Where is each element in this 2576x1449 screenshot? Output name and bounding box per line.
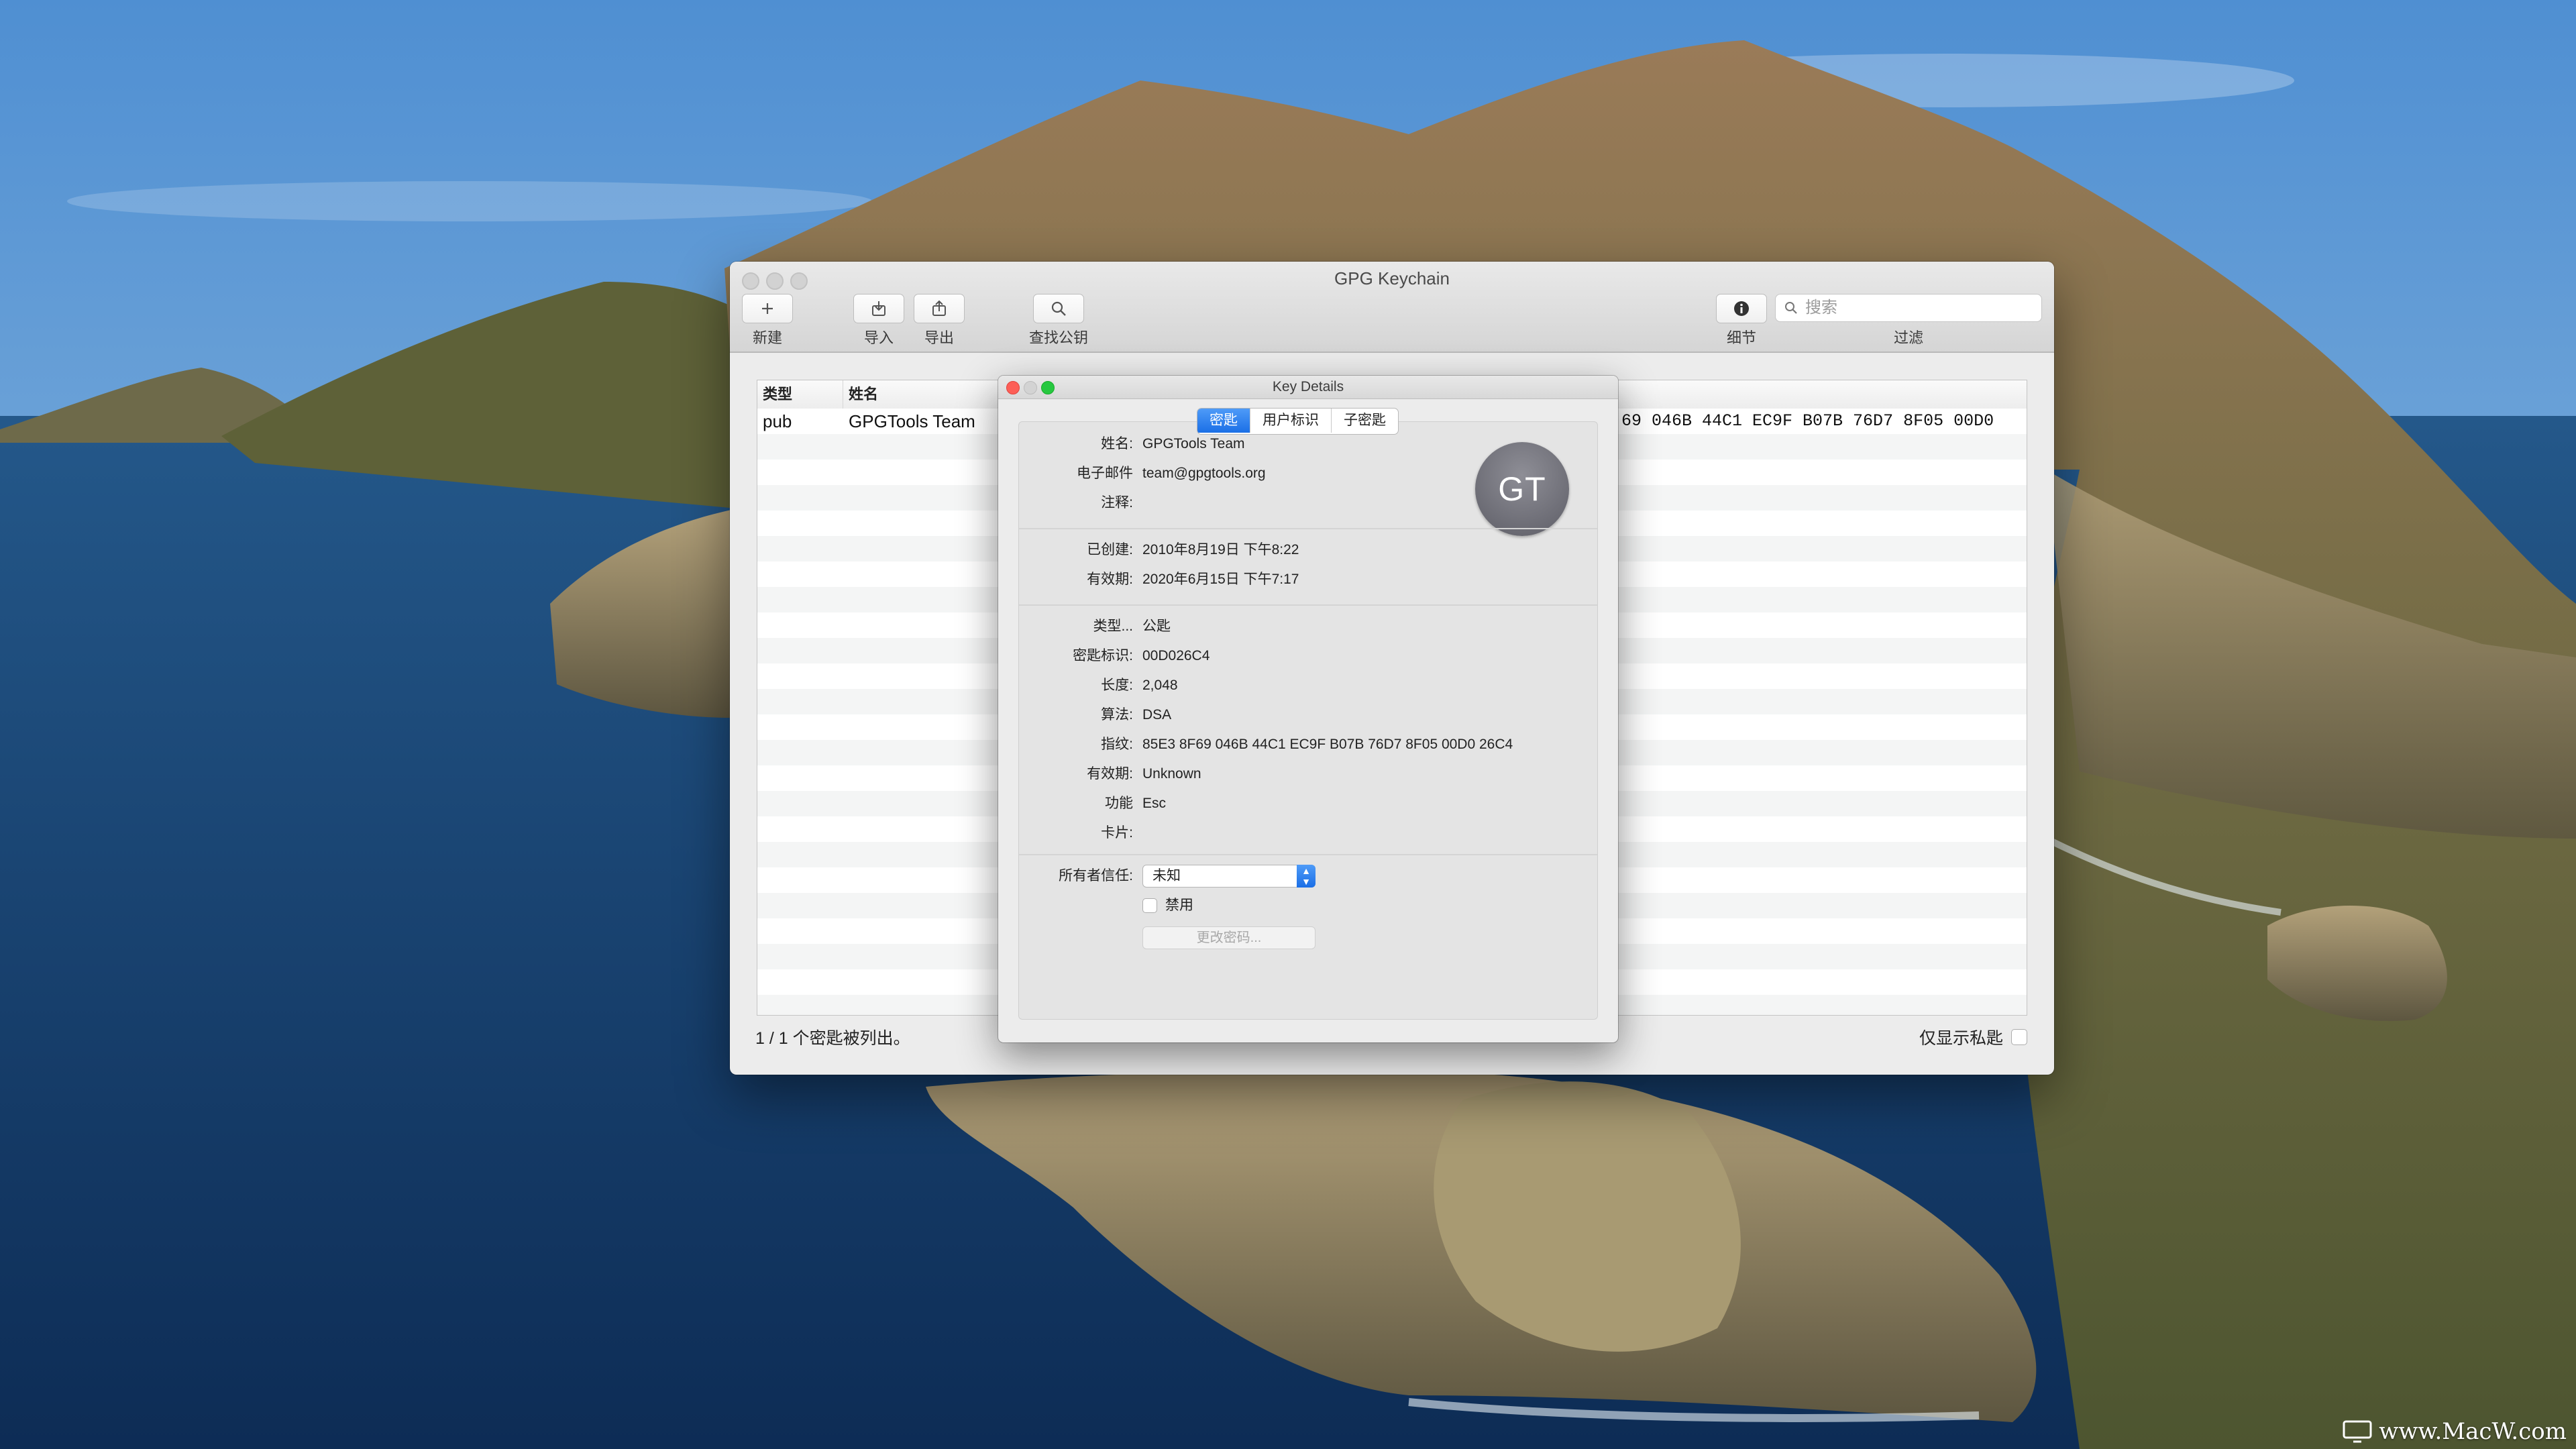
export-icon [932, 300, 946, 316]
row-fingerprint: 69 046B 44C1 EC9F B07B 76D7 8F05 00D0 [1621, 411, 1994, 431]
export-button[interactable] [914, 294, 965, 323]
key-tab-content: GT 姓名: GPGTools Team 电子邮件 team@gpgtools.… [1018, 421, 1598, 1020]
name-value: GPGTools Team [1142, 436, 1245, 451]
owner-trust-label: 所有者信任: [1059, 868, 1133, 883]
search-field[interactable] [1775, 294, 2042, 322]
row-name: GPGTools Team [849, 411, 975, 431]
avatar: GT [1475, 442, 1569, 536]
watermark-text: www.MacW.com [2379, 1418, 2567, 1445]
search-input[interactable] [1804, 298, 2028, 318]
key-details-panel: Key Details 密匙 用户标识 子密匙 GT 姓名: GPGTools … [998, 376, 1618, 1042]
email-value: team@gpgtools.org [1142, 466, 1266, 481]
created-label: 已创建: [1087, 542, 1133, 557]
card-label: 卡片: [1101, 825, 1133, 841]
disable-checkbox[interactable] [1142, 898, 1157, 913]
secret-only-label: 仅显示私匙 [1919, 1029, 2003, 1048]
name-label: 姓名: [1101, 436, 1133, 451]
owner-trust-select[interactable]: 未知 ▲ ▼ [1142, 865, 1316, 888]
column-header-type[interactable]: 类型 [757, 380, 843, 409]
info-icon [1734, 301, 1749, 316]
change-password-button[interactable]: 更改密码... [1142, 926, 1316, 949]
capabilities-value: Esc [1142, 796, 1167, 811]
algorithm-label: 算法: [1101, 707, 1133, 722]
key-count-status: 1 / 1 个密匙被列出。 [755, 1029, 910, 1048]
keyid-label: 密匙标识: [1073, 648, 1133, 663]
lookup-key-label: 查找公钥 [1028, 329, 1088, 346]
import-icon [872, 301, 885, 316]
type-value: 公匙 [1142, 619, 1171, 634]
validity-label: 有效期: [1087, 766, 1133, 782]
window-title: GPG Keychain [1334, 268, 1450, 288]
owner-trust-value: 未知 [1152, 868, 1181, 883]
plus-icon [762, 303, 773, 314]
filter-label: 过滤 [1893, 329, 1923, 346]
algorithm-value: DSA [1142, 707, 1172, 722]
fingerprint-label: 指纹: [1101, 737, 1133, 752]
tab-user-ids[interactable]: 用户标识 [1250, 409, 1332, 433]
new-key-label: 新建 [752, 329, 782, 346]
capabilities-label: 功能 [1105, 796, 1133, 811]
keyid-value: 00D026C4 [1142, 648, 1210, 663]
row-type: pub [763, 411, 792, 431]
magnifier-icon [1051, 301, 1066, 316]
secret-only-checkbox[interactable] [2011, 1029, 2027, 1045]
import-label: 导入 [863, 329, 894, 346]
monitor-logo-icon [2343, 1420, 2372, 1443]
details-tab-bar: 密匙 用户标识 子密匙 [1197, 408, 1399, 435]
tab-subkeys[interactable]: 子密匙 [1332, 409, 1398, 433]
disable-toggle[interactable]: 禁用 [1142, 897, 1193, 914]
divider [1019, 854, 1597, 855]
created-value: 2010年8月19日 下午8:22 [1142, 542, 1299, 557]
details-titlebar: Key Details [998, 376, 1618, 399]
length-label: 长度: [1101, 678, 1133, 693]
details-label: 细节 [1726, 329, 1756, 346]
divider [1019, 528, 1597, 529]
length-value: 2,048 [1142, 678, 1178, 693]
watermark: www.MacW.com [2343, 1418, 2567, 1445]
fingerprint-value: 85E3 8F69 046B 44C1 EC9F B07B 76D7 8F05 … [1142, 737, 1513, 752]
expires-value: 2020年6月15日 下午7:17 [1142, 572, 1299, 587]
new-key-button[interactable] [742, 294, 793, 323]
stepper-arrows-icon: ▲ ▼ [1297, 865, 1316, 888]
expires-label: 有效期: [1087, 572, 1133, 587]
search-icon [1785, 302, 1797, 314]
window-toolbar: GPG Keychain 新建 导入 导出 查找公钥 细节 搜索 过滤 [730, 262, 2054, 353]
tab-key[interactable]: 密匙 [1197, 409, 1250, 433]
lookup-key-button[interactable] [1033, 294, 1084, 323]
divider [1019, 604, 1597, 606]
details-button[interactable] [1716, 294, 1767, 323]
disable-label: 禁用 [1165, 898, 1193, 913]
secret-only-toggle[interactable]: 仅显示私匙 [1919, 1025, 2027, 1049]
details-title: Key Details [1272, 379, 1344, 394]
validity-value: Unknown [1142, 766, 1201, 782]
import-button[interactable] [853, 294, 904, 323]
comment-label: 注释: [1101, 495, 1133, 511]
export-label: 导出 [924, 329, 954, 346]
type-label: 类型... [1093, 619, 1133, 634]
email-label: 电子邮件 [1077, 466, 1133, 481]
